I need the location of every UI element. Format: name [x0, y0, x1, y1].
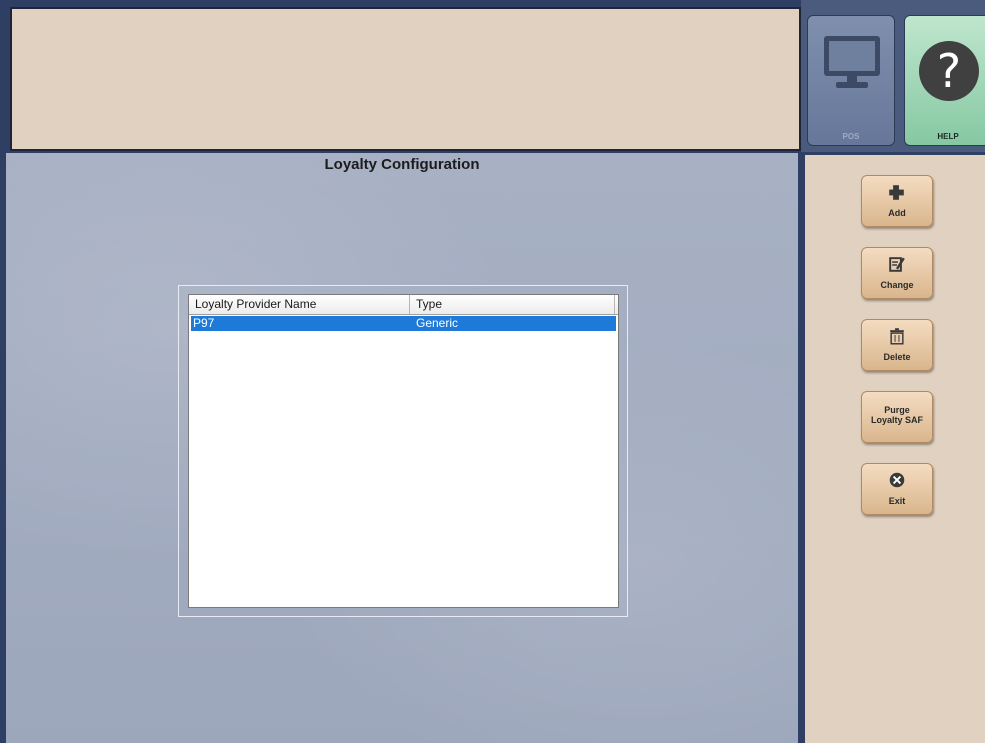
help-button[interactable]: ? HELP	[904, 15, 985, 146]
page-title: Loyalty Configuration	[324, 156, 480, 173]
change-button[interactable]: Change	[861, 247, 933, 299]
exit-button[interactable]: Exit	[861, 463, 933, 515]
list-header: Loyalty Provider Name Type	[189, 295, 618, 315]
pos-button[interactable]: POS	[807, 15, 895, 146]
purge-label-line1: Purge	[884, 405, 910, 415]
delete-button[interactable]: Delete	[861, 319, 933, 371]
action-panel: Add Change Delete Purge Loyalty SAF Exit	[805, 155, 985, 743]
question-icon: ?	[919, 41, 979, 101]
add-button[interactable]: Add	[861, 175, 933, 227]
loyalty-provider-list[interactable]: Loyalty Provider Name Type P97 Generic	[188, 294, 619, 608]
delete-label: Delete	[883, 352, 911, 362]
cell-type: Generic	[416, 316, 459, 330]
add-label: Add	[888, 208, 906, 218]
exit-label: Exit	[888, 496, 906, 506]
cell-provider-name: P97	[193, 316, 215, 330]
help-label: HELP	[937, 132, 959, 141]
main-content: Loyalty Configuration Loyalty Provider N…	[6, 153, 798, 743]
edit-icon	[889, 257, 905, 272]
list-row[interactable]: P97 Generic	[191, 316, 616, 331]
plus-icon	[889, 185, 904, 200]
purge-loyalty-saf-button[interactable]: Purge Loyalty SAF	[861, 391, 933, 443]
top-toolbar: POS ? HELP	[801, 0, 985, 152]
pos-label: POS	[842, 132, 860, 141]
purge-label-line2: Loyalty SAF	[870, 415, 923, 425]
change-label: Change	[880, 280, 914, 290]
column-header-provider-name[interactable]: Loyalty Provider Name	[189, 295, 410, 314]
monitor-icon	[824, 36, 880, 88]
message-panel	[10, 7, 801, 151]
trash-icon	[890, 328, 904, 345]
close-circle-icon	[889, 472, 905, 488]
column-header-type[interactable]: Type	[410, 295, 615, 314]
